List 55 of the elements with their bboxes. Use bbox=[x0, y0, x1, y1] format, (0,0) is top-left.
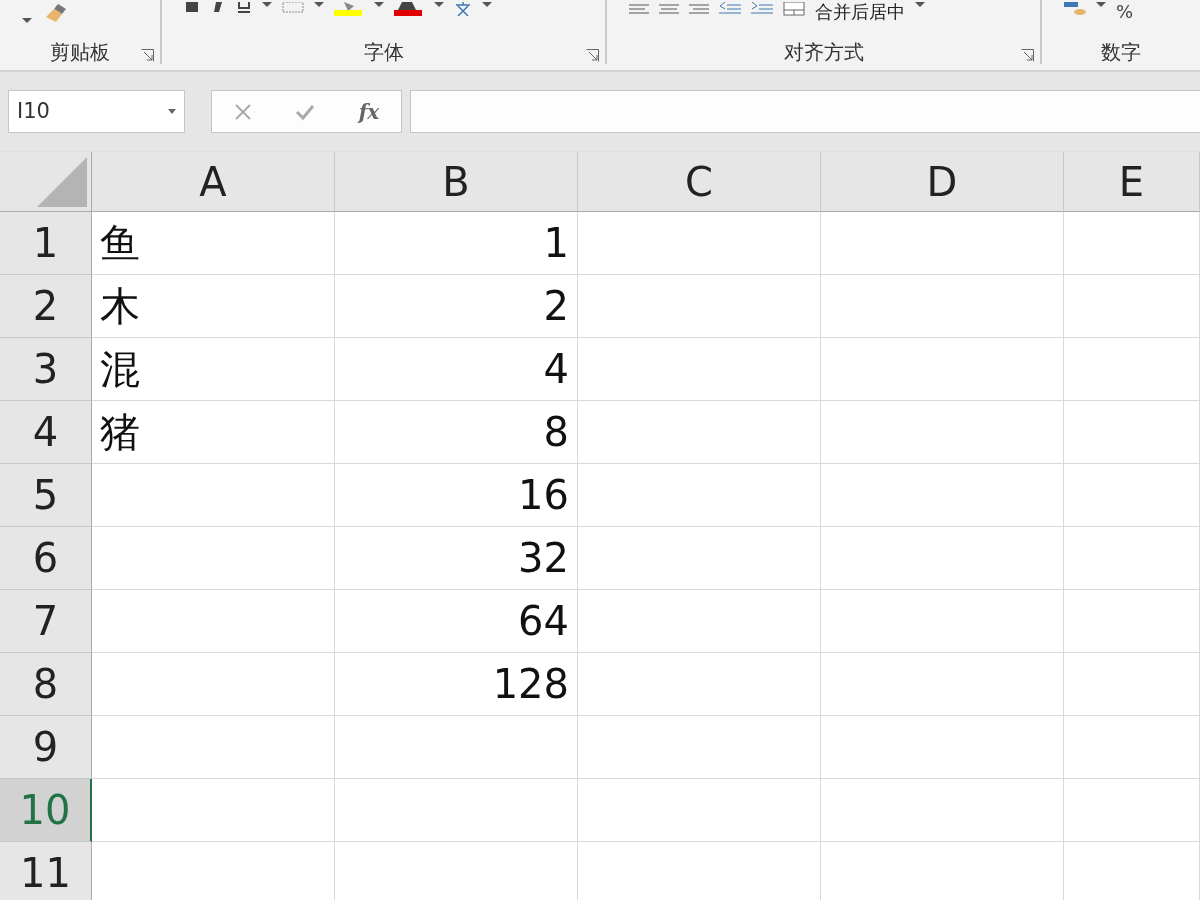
dialog-launcher-icon[interactable] bbox=[1021, 49, 1034, 62]
group-label: 对齐方式 bbox=[783, 40, 864, 64]
check-icon[interactable] bbox=[295, 102, 316, 121]
table-cell: 8 bbox=[335, 401, 578, 464]
column-header[interactable]: D bbox=[821, 152, 1064, 212]
column-header[interactable]: E bbox=[1064, 152, 1200, 212]
fill-color-icon[interactable] bbox=[334, 2, 364, 16]
increase-indent-icon[interactable] bbox=[751, 2, 773, 14]
row-header[interactable]: 9 bbox=[0, 716, 92, 779]
row-header[interactable]: 1 bbox=[0, 212, 92, 275]
merge-center-button[interactable]: 合并后居中 bbox=[815, 2, 905, 22]
table-cell: 64 bbox=[335, 590, 578, 653]
table-cell: 128 bbox=[335, 653, 578, 716]
underline-icon[interactable] bbox=[236, 2, 252, 14]
row-header[interactable]: 10 bbox=[0, 779, 92, 842]
merge-cells-icon[interactable] bbox=[783, 2, 805, 16]
caret-icon[interactable] bbox=[1096, 2, 1106, 8]
percent-button[interactable]: % bbox=[1116, 2, 1134, 22]
insert-function-button[interactable]: fx bbox=[358, 96, 380, 127]
row-header[interactable]: 5 bbox=[0, 464, 92, 527]
row-header[interactable]: 3 bbox=[0, 338, 92, 401]
table-cell: 32 bbox=[335, 527, 578, 590]
table-cell: 4 bbox=[335, 338, 578, 401]
caret-icon[interactable] bbox=[374, 2, 384, 8]
caret-icon[interactable] bbox=[262, 2, 272, 8]
group-label: 剪贴板 bbox=[50, 40, 110, 64]
table-cell: 鱼 bbox=[92, 212, 335, 275]
row-header[interactable]: 8 bbox=[0, 653, 92, 716]
column-header[interactable]: C bbox=[578, 152, 821, 212]
row-header[interactable]: 4 bbox=[0, 401, 92, 464]
row-header[interactable]: 7 bbox=[0, 590, 92, 653]
caret-icon[interactable] bbox=[434, 2, 444, 8]
font-color-icon[interactable] bbox=[394, 2, 424, 16]
caret-icon[interactable] bbox=[482, 2, 492, 8]
caret-icon[interactable] bbox=[314, 2, 324, 8]
row-header[interactable]: 2 bbox=[0, 275, 92, 338]
table-cell: 2 bbox=[335, 275, 578, 338]
decrease-indent-icon[interactable] bbox=[719, 2, 741, 14]
table-cell: 16 bbox=[335, 464, 578, 527]
column-header[interactable]: B bbox=[335, 152, 578, 212]
group-label: 数字 bbox=[1101, 40, 1141, 64]
table-cell: 混 bbox=[92, 338, 335, 401]
table-cell: 1 bbox=[335, 212, 578, 275]
group-label: 字体 bbox=[363, 40, 404, 64]
dialog-launcher-icon[interactable] bbox=[141, 49, 154, 62]
formula-input[interactable] bbox=[410, 90, 1200, 133]
name-box-value: I10 bbox=[17, 97, 50, 125]
table-cell: 木 bbox=[92, 275, 335, 338]
row-header[interactable]: 6 bbox=[0, 527, 92, 590]
caret-icon[interactable] bbox=[915, 2, 925, 8]
name-box[interactable]: I10 bbox=[8, 90, 185, 133]
column-header[interactable]: A bbox=[92, 152, 335, 212]
caret-icon[interactable] bbox=[168, 109, 176, 114]
dialog-launcher-icon[interactable] bbox=[586, 49, 599, 62]
table-cell: 猪 bbox=[92, 401, 335, 464]
